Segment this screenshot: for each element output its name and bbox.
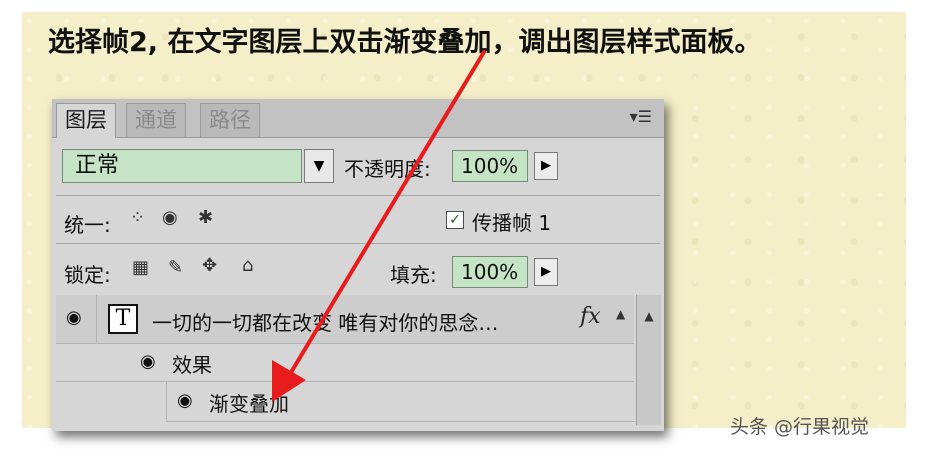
tab-channels[interactable]: 通道 [126,103,186,137]
lock-all-icon[interactable]: ⌂ [242,255,253,276]
eye-icon: ◉ [66,307,82,328]
effects-label: 效果 [172,353,212,377]
lock-transparency-icon[interactable]: ▦ [132,257,149,278]
fx-icon[interactable]: fx [580,304,601,329]
layer-name[interactable]: 一切的一切都在改变 唯有对你的思念… [152,307,498,336]
lock-move-icon[interactable]: ✥ [202,255,217,276]
unify-label: 统一: [64,213,111,237]
opacity-stepper-button[interactable]: ▶ [534,152,558,180]
lock-paint-icon[interactable]: ✎ [168,257,183,278]
visibility-toggle[interactable]: ◉ [56,295,97,343]
fill-stepper-button[interactable]: ▶ [534,258,558,286]
fill-label: 填充: [390,263,437,287]
panel-menu-icon[interactable]: ▾☰ [630,107,652,126]
layer-row-text[interactable]: ◉ T 一切的一切都在改变 唯有对你的思念… fx ▲ [56,295,634,344]
tab-layers[interactable]: 图层 [56,103,116,138]
propagate-checkbox[interactable]: ✓ [446,211,464,229]
divider [56,243,660,244]
instruction-text: 选择帧2, 在文字图层上双击渐变叠加，调出图层样式面板。 [48,27,762,58]
blend-mode-select[interactable]: 正常 [62,149,302,183]
scroll-up-icon[interactable]: ▲ [639,309,659,329]
layer-row-gradient-overlay[interactable]: ◉ 渐变叠加 [166,381,635,422]
layer-list-scrollbar[interactable]: ▲ [636,295,661,425]
opacity-label: 不透明度: [344,157,431,181]
unify-position-icon[interactable]: ⁘ [130,207,145,228]
tab-paths[interactable]: 路径 [200,103,260,137]
layer-row-effects[interactable]: ◉ 效果 [56,343,634,382]
propagate-label: 传播帧 1 [472,211,552,235]
opacity-input[interactable]: 100% [452,150,528,182]
text-layer-thumbnail: T [108,304,138,334]
gradient-overlay-label[interactable]: 渐变叠加 [209,388,289,417]
layers-panel: 图层 通道 路径 ▾☰ 正常 ▼ 不透明度: 100% ▶ 统一: ⁘ ◉ ✱ … [52,99,664,431]
layer-list: ◉ T 一切的一切都在改变 唯有对你的思念… fx ▲ ◉ 效果 ◉ 渐变叠加 [56,295,635,425]
unify-style-icon[interactable]: ✱ [198,207,213,228]
watermark: 头条 @行果视觉 [730,416,870,438]
divider [56,195,660,196]
lock-label: 锁定: [64,263,111,287]
chevron-down-icon[interactable]: ▼ [304,149,334,183]
expand-effects-icon[interactable]: ▲ [616,307,625,321]
eye-icon[interactable]: ◉ [177,390,193,411]
panel-tabbar: 图层 通道 路径 ▾☰ [52,99,664,138]
eye-icon[interactable]: ◉ [140,351,156,372]
unify-visibility-icon[interactable]: ◉ [162,207,178,228]
fill-input[interactable]: 100% [452,256,528,288]
